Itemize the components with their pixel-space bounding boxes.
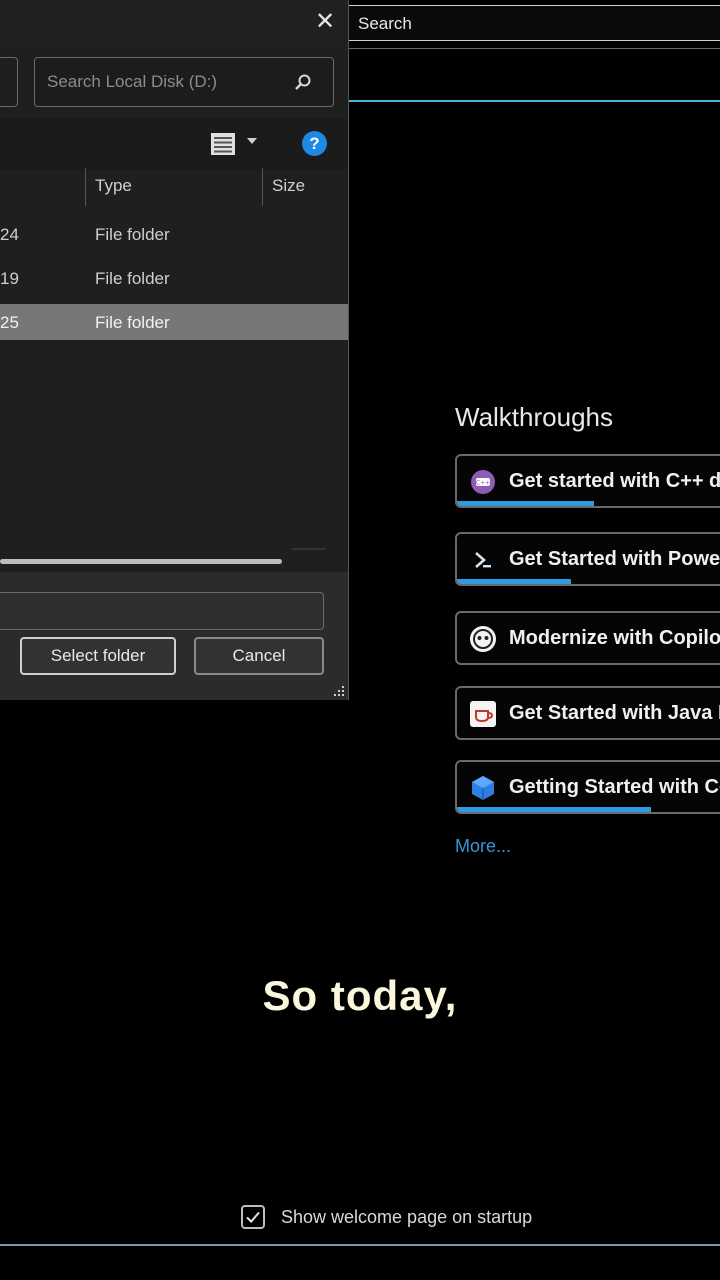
walkthrough-progress bbox=[457, 501, 595, 506]
copilot-icon bbox=[469, 625, 497, 653]
dialog-titlebar bbox=[0, 0, 348, 46]
walkthrough-item-getting-started[interactable]: Getting Started with Co bbox=[455, 760, 720, 814]
walkthrough-item-cpp[interactable]: C++ Get started with C++ d bbox=[455, 454, 720, 508]
horizontal-scrollbar-thumb[interactable] bbox=[0, 559, 282, 564]
folder-search-placeholder: Search Local Disk (D:) bbox=[47, 72, 218, 91]
select-folder-dialog: ✕ Search Local Disk (D:) ? Type Size 24 … bbox=[0, 0, 349, 700]
accent-divider bbox=[348, 100, 720, 102]
walkthrough-label: Get Started with Java D bbox=[509, 702, 720, 724]
startup-checkbox[interactable] bbox=[241, 1205, 265, 1229]
startup-toggle[interactable]: Show welcome page on startup bbox=[241, 1203, 532, 1231]
screen: Search Walkthroughs C++ Get started with… bbox=[0, 0, 720, 1280]
select-folder-button[interactable]: Select folder bbox=[20, 637, 176, 675]
row-date-modified: 19 bbox=[0, 269, 19, 288]
chevron-down-icon[interactable] bbox=[247, 138, 257, 144]
table-row-selected[interactable]: 25 File folder bbox=[0, 304, 348, 340]
walkthrough-item-powershell[interactable]: Get Started with Power bbox=[455, 532, 720, 586]
walkthrough-progress bbox=[457, 579, 572, 584]
walkthrough-label: Modernize with Copilo bbox=[509, 627, 720, 649]
resize-grip-icon[interactable] bbox=[330, 684, 346, 698]
startup-label: Show welcome page on startup bbox=[281, 1206, 533, 1227]
search-icon bbox=[295, 74, 311, 90]
dialog-toolbar bbox=[0, 118, 348, 170]
row-type: File folder bbox=[95, 269, 170, 288]
walkthroughs-heading: Walkthroughs bbox=[455, 402, 613, 432]
column-separator[interactable] bbox=[85, 168, 86, 206]
cancel-button[interactable]: Cancel bbox=[194, 637, 324, 675]
close-icon[interactable]: ✕ bbox=[312, 8, 338, 36]
cpp-icon: C++ bbox=[469, 468, 497, 496]
walkthrough-label: Getting Started with Co bbox=[509, 776, 720, 798]
walkthrough-label: Get Started with Power bbox=[509, 548, 720, 570]
column-header-size[interactable]: Size bbox=[272, 176, 305, 196]
divider bbox=[348, 48, 720, 49]
checkmark-icon bbox=[246, 1211, 260, 1223]
walkthrough-progress bbox=[457, 807, 652, 812]
walkthrough-item-java[interactable]: Get Started with Java D bbox=[455, 686, 720, 740]
java-icon bbox=[469, 700, 497, 728]
address-bar-button[interactable] bbox=[0, 57, 18, 107]
powershell-icon bbox=[469, 546, 497, 574]
column-header-type[interactable]: Type bbox=[95, 176, 132, 196]
table-row[interactable]: 24 File folder bbox=[0, 216, 348, 252]
column-separator[interactable] bbox=[262, 168, 263, 206]
view-details-icon[interactable] bbox=[210, 132, 236, 156]
table-row[interactable]: 19 File folder bbox=[0, 260, 348, 296]
row-type: File folder bbox=[95, 225, 170, 244]
status-divider bbox=[0, 1244, 720, 1246]
walkthrough-item-copilot[interactable]: Modernize with Copilo bbox=[455, 611, 720, 665]
svg-text:C++: C++ bbox=[476, 480, 490, 487]
command-search-label: Search bbox=[358, 14, 412, 33]
row-date-modified: 25 bbox=[0, 313, 19, 332]
row-date-modified: 24 bbox=[0, 225, 19, 244]
help-icon[interactable]: ? bbox=[302, 131, 327, 156]
walkthroughs-more-link[interactable]: More... bbox=[455, 836, 511, 857]
scrollbar-corner bbox=[292, 548, 326, 550]
row-type: File folder bbox=[95, 313, 170, 332]
command-search-box[interactable]: Search bbox=[348, 5, 720, 41]
walkthrough-label: Get started with C++ d bbox=[509, 470, 720, 492]
folder-search-input[interactable]: Search Local Disk (D:) bbox=[34, 57, 334, 107]
folder-name-input[interactable] bbox=[0, 592, 324, 630]
cube-icon bbox=[469, 774, 497, 802]
video-caption: So today, bbox=[262, 972, 458, 1019]
